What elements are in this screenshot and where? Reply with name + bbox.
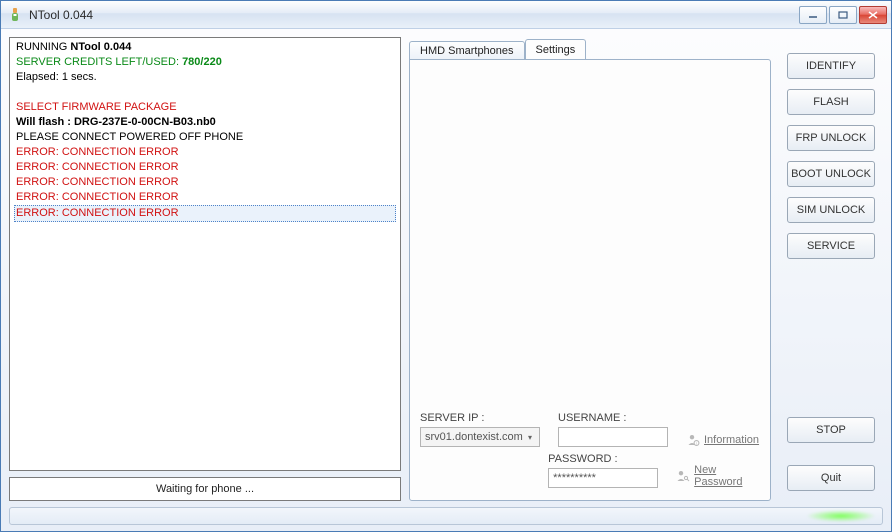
new-password-link[interactable]: New Password [676, 464, 760, 488]
settings-fields: SERVER IP : srv01.dontexist.com ▾ USERNA… [420, 412, 760, 490]
information-link[interactable]: i Information [686, 433, 759, 447]
window-controls [799, 6, 887, 24]
password-group: PASSWORD : [548, 453, 658, 488]
log-line-selected: ERROR: CONNECTION ERROR [14, 205, 396, 222]
password-label: PASSWORD : [548, 453, 658, 465]
close-button[interactable] [859, 6, 887, 24]
log-line: ERROR: CONNECTION ERROR [16, 160, 394, 175]
log-line: PLEASE CONNECT POWERED OFF PHONE [16, 130, 394, 145]
username-label: USERNAME : [558, 412, 668, 424]
window-title: NTool 0.044 [29, 8, 793, 22]
status-bar: Waiting for phone ... [9, 477, 401, 501]
user-key-icon [676, 469, 690, 483]
server-ip-value: srv01.dontexist.com [425, 431, 523, 443]
stop-button[interactable]: STOP [787, 417, 875, 443]
log-line: ERROR: CONNECTION ERROR [16, 175, 394, 190]
server-ip-combo[interactable]: srv01.dontexist.com ▾ [420, 427, 540, 447]
user-info-icon: i [686, 433, 700, 447]
service-button[interactable]: SERVICE [787, 233, 875, 259]
settings-pane: SERVER IP : srv01.dontexist.com ▾ USERNA… [409, 59, 771, 501]
middle-panel: HMD Smartphones Settings SERVER IP : srv… [409, 37, 771, 501]
log-line: Elapsed: 1 secs. [16, 70, 394, 85]
quit-button[interactable]: Quit [787, 465, 875, 491]
username-group: USERNAME : [558, 412, 668, 447]
chevron-down-icon: ▾ [523, 430, 537, 444]
maximize-button[interactable] [829, 6, 857, 24]
sim-unlock-button[interactable]: SIM UNLOCK [787, 197, 875, 223]
app-icon [7, 7, 23, 23]
identify-button[interactable]: IDENTIFY [787, 53, 875, 79]
log-output[interactable]: RUNNING NTool 0.044 SERVER CREDITS LEFT/… [9, 37, 401, 471]
flash-button[interactable]: FLASH [787, 89, 875, 115]
right-panel: IDENTIFY FLASH FRP UNLOCK BOOT UNLOCK SI… [779, 37, 883, 501]
log-line [16, 85, 394, 100]
log-line: ERROR: CONNECTION ERROR [16, 190, 394, 205]
tab-strip: HMD Smartphones Settings [409, 37, 771, 59]
log-line: ERROR: CONNECTION ERROR [16, 145, 394, 160]
status-text: Waiting for phone ... [156, 483, 254, 495]
server-ip-label: SERVER IP : [420, 412, 540, 424]
password-input[interactable] [548, 468, 658, 488]
progress-bar [9, 507, 883, 525]
server-ip-group: SERVER IP : srv01.dontexist.com ▾ [420, 412, 540, 447]
log-line: SELECT FIRMWARE PACKAGE [16, 100, 394, 115]
client-area: RUNNING NTool 0.044 SERVER CREDITS LEFT/… [1, 29, 891, 505]
tab-hmd-smartphones[interactable]: HMD Smartphones [409, 41, 525, 60]
frp-unlock-button[interactable]: FRP UNLOCK [787, 125, 875, 151]
boot-unlock-button[interactable]: BOOT UNLOCK [787, 161, 875, 187]
tab-settings[interactable]: Settings [525, 39, 587, 59]
log-line: SERVER CREDITS LEFT/USED: 780/220 [16, 55, 394, 70]
left-panel: RUNNING NTool 0.044 SERVER CREDITS LEFT/… [9, 37, 401, 501]
username-input[interactable] [558, 427, 668, 447]
titlebar: NTool 0.044 [1, 1, 891, 29]
progress-activity-indicator [806, 510, 876, 522]
svg-text:i: i [696, 441, 697, 446]
log-line: RUNNING NTool 0.044 [16, 40, 394, 55]
minimize-button[interactable] [799, 6, 827, 24]
app-window: NTool 0.044 RUNNING NTool 0.044 SERVER C… [0, 0, 892, 532]
log-line: Will flash : DRG-237E-0-00CN-B03.nb0 [16, 115, 394, 130]
